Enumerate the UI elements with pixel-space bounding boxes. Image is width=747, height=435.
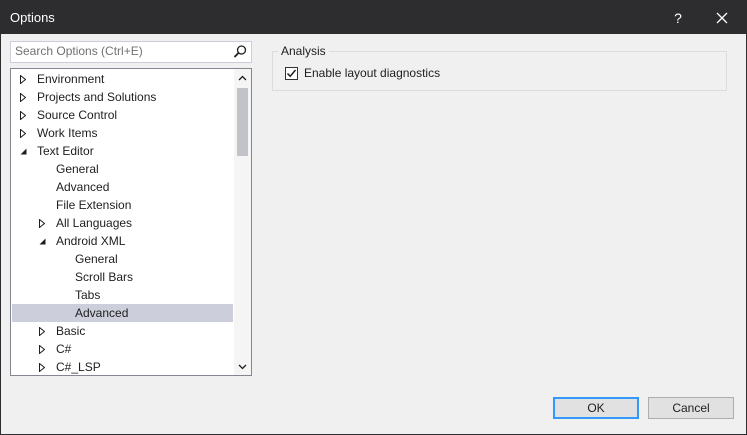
- close-button[interactable]: [700, 1, 744, 34]
- analysis-group-label: Analysis: [278, 44, 329, 58]
- tree-item[interactable]: Scroll Bars: [12, 268, 233, 286]
- tree-item[interactable]: C#_LSP: [12, 358, 233, 375]
- checkmark-icon: [286, 69, 297, 77]
- search-icon[interactable]: [231, 43, 249, 61]
- tree-item-label: Advanced: [75, 306, 129, 320]
- expand-triangle-icon[interactable]: [36, 358, 48, 375]
- expand-triangle-icon[interactable]: [17, 106, 29, 124]
- tree-item[interactable]: Projects and Solutions: [12, 88, 233, 106]
- options-tree[interactable]: Environment Projects and Solutions Source …: [10, 68, 252, 376]
- tree-item[interactable]: All Languages: [12, 214, 233, 232]
- tree-item-label: General: [56, 162, 99, 176]
- tree-item-label: Source Control: [37, 108, 118, 122]
- collapse-triangle-icon[interactable]: [36, 232, 48, 250]
- tree-item-label: C#: [56, 342, 72, 356]
- tree-item[interactable]: Basic: [12, 322, 233, 340]
- tree-item-label: Basic: [56, 324, 86, 338]
- tree-item[interactable]: Source Control: [12, 106, 233, 124]
- layout-diagnostics-checkbox[interactable]: [285, 66, 298, 80]
- tree-item[interactable]: Advanced: [12, 304, 233, 322]
- chevron-down-icon: [238, 364, 247, 369]
- cancel-button[interactable]: Cancel: [648, 397, 734, 419]
- ok-button[interactable]: OK: [553, 397, 639, 419]
- tree-item-label: File Extension: [56, 198, 132, 212]
- tree-item[interactable]: C#: [12, 340, 233, 358]
- scroll-down-button[interactable]: [234, 358, 251, 375]
- tree-item-label: Scroll Bars: [75, 270, 134, 284]
- expand-triangle-icon[interactable]: [17, 88, 29, 106]
- tree-item[interactable]: Tabs: [12, 286, 233, 304]
- tree-item-label: Work Items: [37, 126, 98, 140]
- tree-item-label: Text Editor: [37, 144, 94, 158]
- tree-item-label: Android XML: [56, 234, 126, 248]
- tree-item-label: Advanced: [56, 180, 110, 194]
- tree-item-label: C#_LSP: [56, 360, 101, 374]
- close-icon: [716, 12, 728, 23]
- chevron-up-icon: [238, 75, 247, 80]
- layout-diagnostics-option[interactable]: Enable layout diagnostics: [285, 65, 440, 81]
- tree-item[interactable]: Text Editor: [12, 142, 233, 160]
- tree-item-label: Projects and Solutions: [37, 90, 157, 104]
- tree-item[interactable]: Environment: [12, 70, 233, 88]
- expand-triangle-icon[interactable]: [36, 214, 48, 232]
- layout-diagnostics-label: Enable layout diagnostics: [304, 66, 441, 80]
- tree-scrollbar[interactable]: [234, 69, 251, 375]
- expand-triangle-icon[interactable]: [36, 340, 48, 358]
- scroll-thumb[interactable]: [237, 88, 248, 156]
- tree-item-label: General: [75, 252, 118, 266]
- collapse-triangle-icon[interactable]: [17, 142, 29, 160]
- tree-item[interactable]: General: [12, 250, 233, 268]
- dialog-title: Options: [10, 10, 55, 25]
- tree-item-label: All Languages: [56, 216, 133, 230]
- tree-item-label: Tabs: [75, 288, 101, 302]
- options-dialog: Options ? Environment Projects and Soluti…: [0, 0, 747, 435]
- search-box[interactable]: [10, 41, 252, 63]
- tree-item[interactable]: General: [12, 160, 233, 178]
- tree-item[interactable]: Android XML: [12, 232, 233, 250]
- tree-item[interactable]: Advanced: [12, 178, 233, 196]
- help-button[interactable]: ?: [656, 1, 700, 34]
- search-input[interactable]: [15, 43, 225, 59]
- expand-triangle-icon[interactable]: [36, 322, 48, 340]
- scroll-up-button[interactable]: [234, 69, 251, 86]
- tree-item[interactable]: Work Items: [12, 124, 233, 142]
- title-bar: Options ?: [1, 1, 746, 34]
- tree-item-label: Environment: [37, 72, 105, 86]
- expand-triangle-icon[interactable]: [17, 124, 29, 142]
- expand-triangle-icon[interactable]: [17, 70, 29, 88]
- tree-item[interactable]: File Extension: [12, 196, 233, 214]
